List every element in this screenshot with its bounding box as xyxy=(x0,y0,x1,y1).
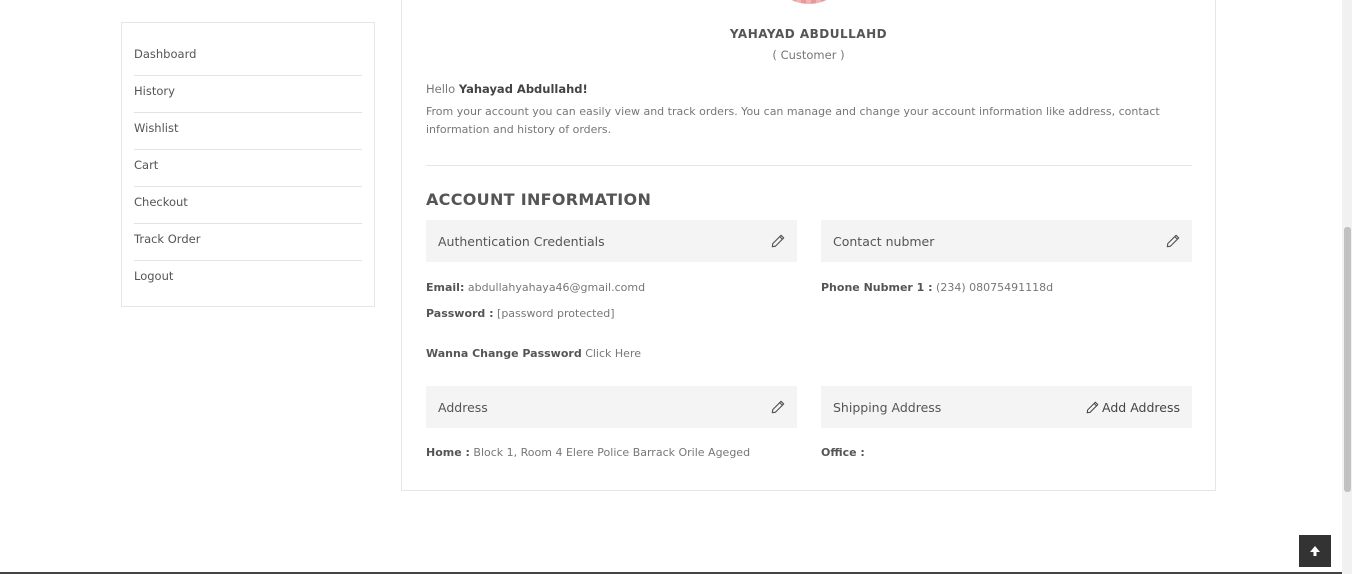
account-nav: Dashboard History Wishlist Cart Checkout… xyxy=(122,23,374,298)
user-role: ( Customer ) xyxy=(772,48,845,62)
greeting-name: Yahayad Abdullahd! xyxy=(458,82,588,96)
add-address-label: Add Address xyxy=(1102,399,1180,415)
address-card-title: Address xyxy=(438,399,488,415)
account-panel: YAHAYAD ABDULLAHD ( Customer ) Hello Yah… xyxy=(401,0,1216,491)
email-value: abdullahyahaya46@gmail.comd xyxy=(464,281,646,294)
contact-card-title: Contact nubmer xyxy=(833,233,935,249)
password-label: Password : xyxy=(426,307,494,320)
address-card-header: Address xyxy=(426,386,797,428)
page-scrollbar[interactable] xyxy=(1342,0,1352,574)
phone-field: Phone Nubmer 1 : (234) 08075491118d xyxy=(821,281,1053,294)
greeting-prefix: Hello xyxy=(426,82,459,96)
edit-auth-pencil-icon[interactable] xyxy=(770,234,785,249)
shipping-card-title: Shipping Address xyxy=(833,399,942,415)
section-title: ACCOUNT INFORMATION xyxy=(426,190,652,209)
user-name: YAHAYAD ABDULLAHD xyxy=(729,27,888,41)
home-value: Block 1, Room 4 Elere Police Barrack Ori… xyxy=(469,446,751,459)
phone-label: Phone Nubmer 1 : xyxy=(821,281,933,294)
password-value: [password protected] xyxy=(493,307,615,320)
scrollbar-thumb[interactable] xyxy=(1344,227,1351,492)
edit-contact-pencil-icon[interactable] xyxy=(1165,234,1180,249)
sidebar-item-wishlist[interactable]: Wishlist xyxy=(134,113,362,150)
change-password-link[interactable]: Click Here xyxy=(582,347,641,360)
divider xyxy=(426,165,1192,166)
home-label: Home : xyxy=(426,446,470,459)
arrow-up-icon xyxy=(1310,546,1320,556)
sidebar-item-history[interactable]: History xyxy=(134,76,362,113)
sidebar-item-logout[interactable]: Logout xyxy=(134,261,362,298)
avatar xyxy=(761,0,857,4)
password-field: Password : [password protected] xyxy=(426,307,615,320)
home-address-field: Home : Block 1, Room 4 Elere Police Barr… xyxy=(426,446,750,459)
sidebar-item-track-order[interactable]: Track Order xyxy=(134,224,362,261)
sidebar-item-cart[interactable]: Cart xyxy=(134,150,362,187)
email-label: Email: xyxy=(426,281,465,294)
add-address-button[interactable]: Add Address xyxy=(1085,400,1180,415)
account-intro: From your account you can easily view an… xyxy=(426,105,1160,136)
office-address-field: Office : xyxy=(821,446,865,459)
contact-card-header: Contact nubmer xyxy=(821,220,1192,262)
avatar-image xyxy=(771,0,847,4)
office-label: Office : xyxy=(821,446,865,459)
sidebar-item-dashboard[interactable]: Dashboard xyxy=(134,39,362,76)
phone-value: (234) 08075491118d xyxy=(932,281,1054,294)
auth-card-title: Authentication Credentials xyxy=(438,233,605,249)
greeting: Hello Yahayad Abdullahd! xyxy=(426,82,588,96)
email-field: Email: abdullahyahaya46@gmail.comd xyxy=(426,281,645,294)
account-sidebar: Dashboard History Wishlist Cart Checkout… xyxy=(121,22,375,307)
change-password: Wanna Change Password Click Here xyxy=(426,347,641,360)
scroll-to-top-button[interactable] xyxy=(1299,535,1331,567)
pencil-icon xyxy=(1085,400,1100,415)
change-password-label: Wanna Change Password xyxy=(426,347,582,360)
edit-address-pencil-icon[interactable] xyxy=(770,400,785,415)
shipping-card-header: Shipping Address Add Address xyxy=(821,386,1192,428)
auth-card-header: Authentication Credentials xyxy=(426,220,797,262)
sidebar-item-checkout[interactable]: Checkout xyxy=(134,187,362,224)
